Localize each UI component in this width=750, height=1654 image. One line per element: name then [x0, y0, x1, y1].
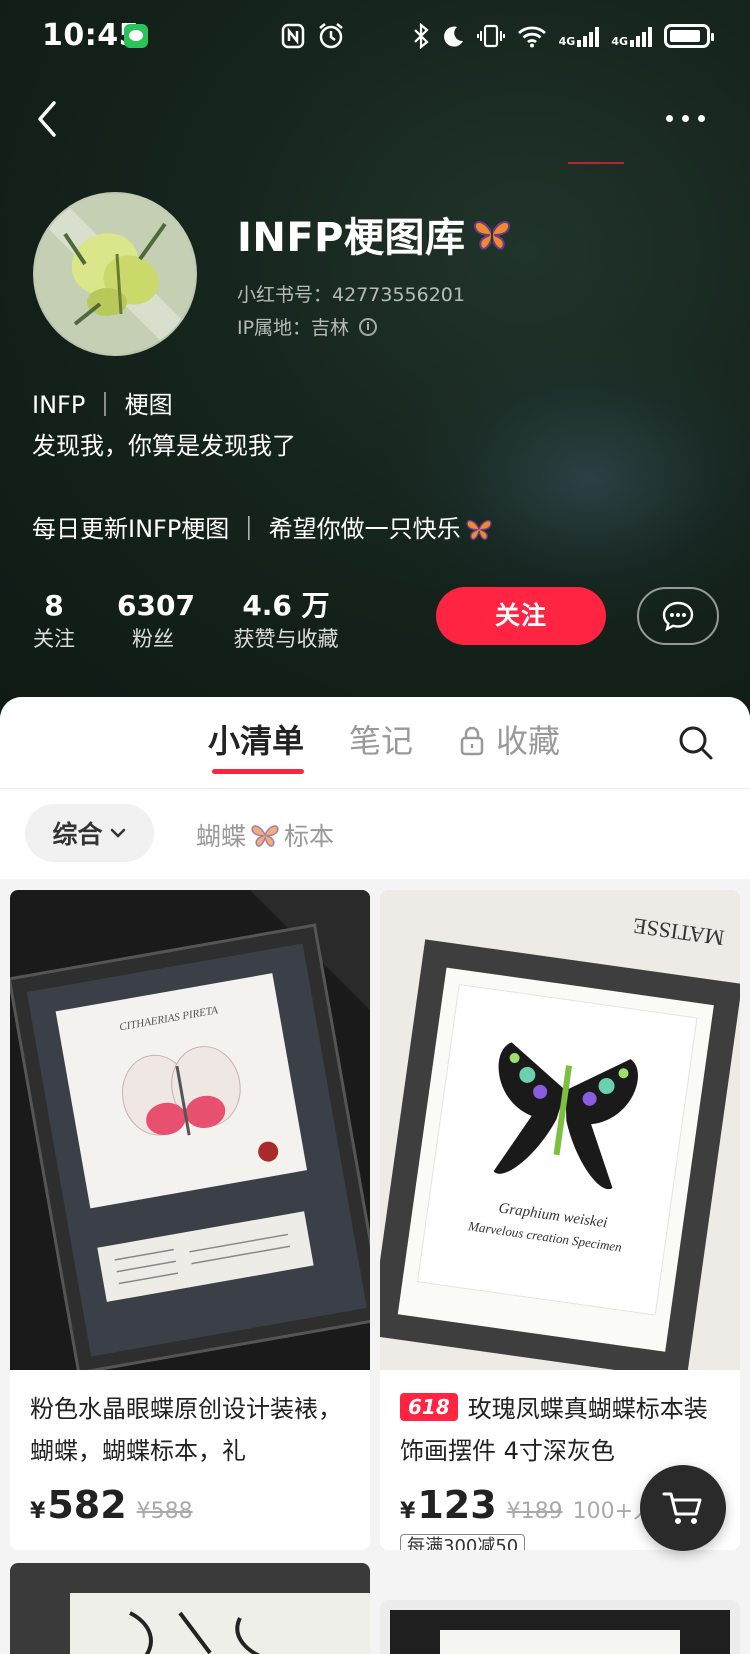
stat-followers-label: 粉丝 [132, 627, 174, 651]
wechat-icon [124, 24, 148, 48]
profile-id: 小红书号：42773556201 [237, 284, 465, 306]
background-glow [380, 330, 750, 630]
search-button[interactable] [676, 723, 716, 763]
avatar[interactable] [33, 192, 197, 356]
framed-blue-butterfly-image: MATISSE Graphium weiskei Marvelous creat… [380, 890, 740, 1370]
product-image: CITHAERIAS PIRETA [10, 890, 370, 1370]
product-title: 粉色水晶眼蝶原创设计装裱，蝴蝶，蝴蝶标本，礼 [30, 1395, 342, 1465]
bluetooth-icon [413, 23, 429, 49]
stat-likes[interactable]: 4.6 万 获赞与收藏 [226, 588, 346, 654]
ip-location-text: IP属地：吉林 [237, 317, 350, 339]
bio-line-3: 每日更新INFP梗图 ｜ 希望你做一只快乐 [32, 514, 493, 544]
avatar-butterfly-image [35, 194, 195, 354]
bio-line-2: 发现我，你算是发现我了 [32, 432, 296, 460]
filter-butterfly-text-a: 蝴蝶 [196, 822, 247, 851]
price-row: ¥ 582 ¥588 [30, 1483, 193, 1527]
stat-likes-value: 4.6 万 [242, 589, 330, 622]
info-icon[interactable]: i [359, 317, 378, 336]
follow-button[interactable]: 关注 [436, 587, 606, 645]
chat-bubble-icon [662, 601, 694, 632]
filter-all-label: 综合 [52, 820, 103, 849]
stat-following[interactable]: 8 关注 [30, 588, 78, 654]
profile-name-text: INFP梗图库 [237, 215, 466, 261]
butterfly-emoji-icon [465, 519, 492, 541]
price-currency: ¥ [400, 1499, 416, 1524]
original-price: ¥189 [506, 1499, 563, 1524]
tab-lists[interactable]: 小清单 [208, 719, 304, 763]
back-button[interactable] [30, 95, 70, 143]
framed-pink-butterfly-image: CITHAERIAS PIRETA [10, 890, 370, 1370]
stat-following-label: 关注 [33, 627, 75, 651]
chevron-down-icon [110, 828, 125, 838]
chevron-left-icon [38, 101, 56, 137]
stat-following-value: 8 [44, 589, 64, 622]
signal-1: 4G [559, 25, 600, 47]
filter-all-dropdown[interactable]: 综合 [25, 804, 154, 862]
vibrate-icon [476, 24, 505, 48]
wifi-icon [517, 26, 546, 48]
nfc-icon [281, 23, 305, 49]
stat-followers-value: 6307 [117, 589, 195, 622]
filter-bar: 综合 蝴蝶 标本 [0, 789, 750, 879]
stat-likes-label: 获赞与收藏 [233, 627, 339, 651]
tab-favorites[interactable]: 收藏 [460, 719, 560, 763]
price-value: 582 [47, 1483, 127, 1527]
message-button[interactable] [637, 587, 719, 645]
more-options-button[interactable] [666, 108, 712, 128]
product-card[interactable]: CITHAERIAS PIRETA 粉色水晶眼蝶原创设计装裱，蝴蝶，蝴蝶标本，礼… [10, 890, 370, 1550]
profile-name: INFP梗图库 [237, 205, 512, 263]
promo-618-badge: 618 [400, 1393, 458, 1421]
bio-line-1: INFP ｜ 梗图 [32, 391, 173, 419]
product-card[interactable]: MATISSE Graphium weiskei Marvelous creat… [380, 890, 740, 1550]
battery-icon [664, 24, 714, 48]
tab-notes[interactable]: 笔记 [349, 719, 413, 763]
stat-followers[interactable]: 6307 粉丝 [117, 588, 195, 654]
moon-icon [443, 26, 463, 47]
cart-icon [662, 1492, 702, 1524]
filter-butterfly-specimen[interactable]: 蝴蝶 标本 [196, 817, 334, 853]
status-bar: 10:45 4G 4G [0, 0, 750, 72]
ip-location: IP属地：吉林 i [237, 313, 378, 340]
decor-line [568, 162, 624, 164]
profile-header: 10:45 4G 4G INFP梗图库 小红书号：42773556201 IP属… [0, 0, 750, 720]
product-image: MATISSE Graphium weiskei Marvelous creat… [380, 890, 740, 1370]
original-price: ¥588 [136, 1499, 193, 1524]
tab-favorites-label: 收藏 [496, 722, 561, 760]
discount-tag: 每满300减50 [400, 1534, 526, 1550]
status-icons-right: 4G 4G [413, 20, 714, 52]
lock-icon [460, 726, 484, 756]
product-card[interactable] [10, 1563, 370, 1654]
price-currency: ¥ [30, 1499, 46, 1524]
status-icons-left [280, 20, 346, 52]
product-image-partial [10, 1563, 370, 1654]
filter-butterfly-text-b: 标本 [284, 822, 335, 851]
butterfly-emoji-icon [251, 825, 279, 847]
tab-active-indicator [212, 769, 304, 774]
tab-bar: 小清单 笔记 收藏 [0, 697, 750, 789]
butterfly-emoji-icon [473, 221, 510, 250]
product-title: 618 玫瑰凤蝶真蝴蝶标本装饰画摆件 4寸深灰色 [400, 1388, 730, 1472]
bio-line-3-text: 每日更新INFP梗图 ｜ 希望你做一只快乐 [32, 515, 461, 543]
search-icon [679, 726, 713, 760]
signal-2: 4G [611, 25, 652, 47]
product-image-partial [380, 1600, 740, 1654]
alarm-icon [319, 23, 343, 49]
content-sheet: 小清单 笔记 收藏 综合 蝴蝶 标本 CITHAERIAS PIRETA 粉色水… [0, 697, 750, 1654]
price-value: 123 [417, 1483, 497, 1527]
shopping-cart-button[interactable] [640, 1465, 726, 1551]
product-card[interactable] [380, 1600, 740, 1654]
